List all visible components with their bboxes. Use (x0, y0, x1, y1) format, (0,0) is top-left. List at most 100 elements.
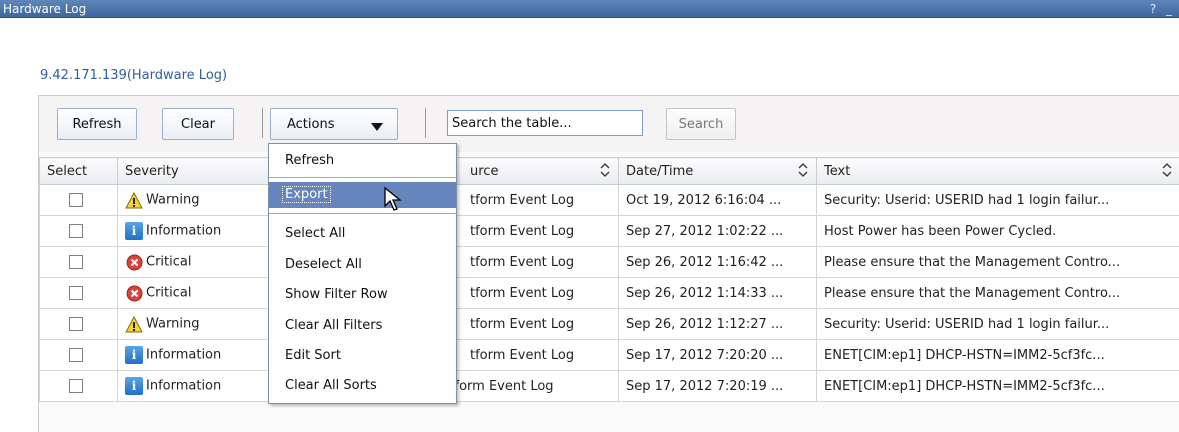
critical-icon (125, 284, 143, 302)
datetime-cell: Sep 27, 2012 1:02:22 ... (618, 215, 817, 247)
datetime-cell: Sep 26, 2012 1:14:33 ... (618, 277, 817, 309)
menu-item-deselect-all[interactable]: Deselect All (269, 252, 456, 278)
menu-item-select-all[interactable]: Select All (269, 221, 456, 247)
table-row[interactable]: i Information tform Event Log Sep 17, 2012 … (39, 339, 1179, 371)
text-cell: Please ensure that the Management Contro… (816, 246, 1179, 278)
source-label: tform Event Log (470, 223, 575, 239)
table-row[interactable]: Critical tform Event Log Sep 26, 2012 1:14… (39, 277, 1179, 309)
column-header-text[interactable]: Text (816, 157, 1179, 185)
text-cell: ENET[CIM:ep1] DHCP-HSTN=IMM2-5cf3fc... (816, 370, 1179, 402)
menu-item-refresh[interactable]: Refresh (269, 148, 456, 174)
table-row[interactable]: i Information Platform Event Log Sep 17, 20… (39, 370, 1179, 402)
menu-item-label: Refresh (285, 153, 335, 168)
column-header-source-label: urce (470, 163, 499, 179)
warning-icon (125, 315, 143, 333)
info-icon: i (125, 346, 143, 364)
menu-item-clear-all-filters[interactable]: Clear All Filters (269, 313, 456, 339)
row-checkbox[interactable] (69, 193, 83, 207)
sort-icon (600, 163, 610, 177)
actions-dropdown-button[interactable]: Actions (270, 108, 398, 140)
row-checkbox[interactable] (69, 348, 83, 362)
menu-item-label: Clear All Filters (285, 318, 383, 333)
table-row[interactable]: i Information tform Event Log Sep 27, 2012 … (39, 215, 1179, 247)
source-label: tform Event Log (470, 316, 575, 332)
datetime-label: Sep 26, 2012 1:16:42 ... (626, 254, 784, 270)
refresh-button[interactable]: Refresh (57, 108, 137, 140)
caret-down-icon (371, 120, 383, 135)
search-button[interactable]: Search (666, 108, 736, 140)
page-subtitle: 9.42.171.139(Hardware Log) (40, 68, 228, 83)
select-cell (39, 246, 118, 278)
window-title: Hardware Log (3, 2, 87, 16)
toolbar-separator (425, 108, 426, 138)
datetime-cell: Sep 26, 2012 1:12:27 ... (618, 308, 817, 340)
warning-icon (125, 191, 143, 209)
datetime-label: Sep 17, 2012 7:20:19 ... (626, 378, 784, 394)
row-checkbox[interactable] (69, 224, 83, 238)
menu-item-label: Deselect All (285, 257, 362, 272)
select-cell (39, 215, 118, 247)
clear-button[interactable]: Clear (162, 108, 234, 140)
column-header-select[interactable]: Select (39, 157, 118, 185)
menu-item-label: Edit Sort (285, 348, 341, 363)
table-row[interactable]: Warning tform Event Log Sep 26, 2012 1:12:… (39, 308, 1179, 340)
sort-icon (1162, 163, 1172, 177)
column-header-datetime[interactable]: Date/Time (618, 157, 817, 185)
toolbar: Refresh Clear Actions Search (39, 96, 1179, 152)
actions-label: Actions (287, 116, 335, 132)
info-icon: i (125, 222, 143, 240)
row-checkbox[interactable] (69, 286, 83, 300)
menu-item-label: Clear All Sorts (285, 378, 377, 393)
window-titlebar: Hardware Log ? _ (0, 0, 1179, 18)
select-cell (39, 277, 118, 309)
datetime-label: Sep 17, 2012 7:20:20 ... (626, 347, 784, 363)
row-checkbox[interactable] (69, 317, 83, 331)
menu-item-label: Show Filter Row (285, 287, 388, 302)
table-header-row: Select Severity urce Date/Time Text (39, 157, 1179, 185)
menu-item-label: Select All (285, 226, 346, 241)
window-controls[interactable]: ? _ (1150, 0, 1175, 18)
actions-menu: Refresh Export Select All Deselect All S… (268, 143, 457, 404)
text-cell: ENET[CIM:ep1] DHCP-HSTN=IMM2-5cf3fc... (816, 339, 1179, 371)
datetime-cell: Sep 17, 2012 7:20:20 ... (618, 339, 817, 371)
text-label: Security: Userid: USERID had 1 login fai… (824, 316, 1110, 332)
text-label: Host Power has been Power Cycled. (824, 223, 1057, 239)
severity-label: Warning (146, 192, 200, 208)
info-icon: i (125, 377, 143, 395)
text-cell: Security: Userid: USERID had 1 login fai… (816, 308, 1179, 340)
select-cell (39, 339, 118, 371)
table-row[interactable]: Critical tform Event Log Sep 26, 2012 1:16… (39, 246, 1179, 278)
sort-icon (798, 163, 808, 177)
text-label: Security: Userid: USERID had 1 login fai… (824, 192, 1110, 208)
critical-icon (125, 253, 143, 271)
datetime-cell: Oct 19, 2012 6:16:04 ... (618, 184, 817, 216)
text-label: Please ensure that the Management Contro… (824, 254, 1121, 270)
severity-label: Warning (146, 316, 200, 332)
text-cell: Security: Userid: USERID had 1 login fai… (816, 184, 1179, 216)
datetime-label: Sep 27, 2012 1:02:22 ... (626, 223, 784, 239)
toolbar-separator (262, 108, 263, 138)
menu-item-show-filter-row[interactable]: Show Filter Row (269, 282, 456, 308)
severity-label: Information (146, 347, 222, 363)
table-row[interactable]: Warning tform Event Log Oct 19, 2012 6:16:… (39, 184, 1179, 216)
datetime-cell: Sep 26, 2012 1:16:42 ... (618, 246, 817, 278)
search-input[interactable] (447, 110, 643, 136)
source-label: tform Event Log (470, 285, 575, 301)
datetime-label: Sep 26, 2012 1:14:33 ... (626, 285, 784, 301)
menu-item-clear-all-sorts[interactable]: Clear All Sorts (269, 373, 456, 399)
source-label: tform Event Log (470, 254, 575, 270)
text-label: ENET[CIM:ep1] DHCP-HSTN=IMM2-5cf3fc... (824, 347, 1105, 363)
menu-item-edit-sort[interactable]: Edit Sort (269, 343, 456, 369)
datetime-label: Sep 26, 2012 1:12:27 ... (626, 316, 784, 332)
column-header-datetime-label: Date/Time (626, 163, 694, 179)
severity-label: Critical (146, 254, 192, 270)
select-cell (39, 370, 118, 402)
log-panel: Refresh Clear Actions Search Select Seve… (38, 95, 1179, 432)
menu-item-export[interactable]: Export (269, 182, 456, 208)
datetime-label: Oct 19, 2012 6:16:04 ... (626, 192, 782, 208)
row-checkbox[interactable] (69, 255, 83, 269)
menu-item-label: Export (282, 186, 331, 203)
row-checkbox[interactable] (69, 379, 83, 393)
severity-label: Information (146, 223, 222, 239)
select-cell (39, 308, 118, 340)
